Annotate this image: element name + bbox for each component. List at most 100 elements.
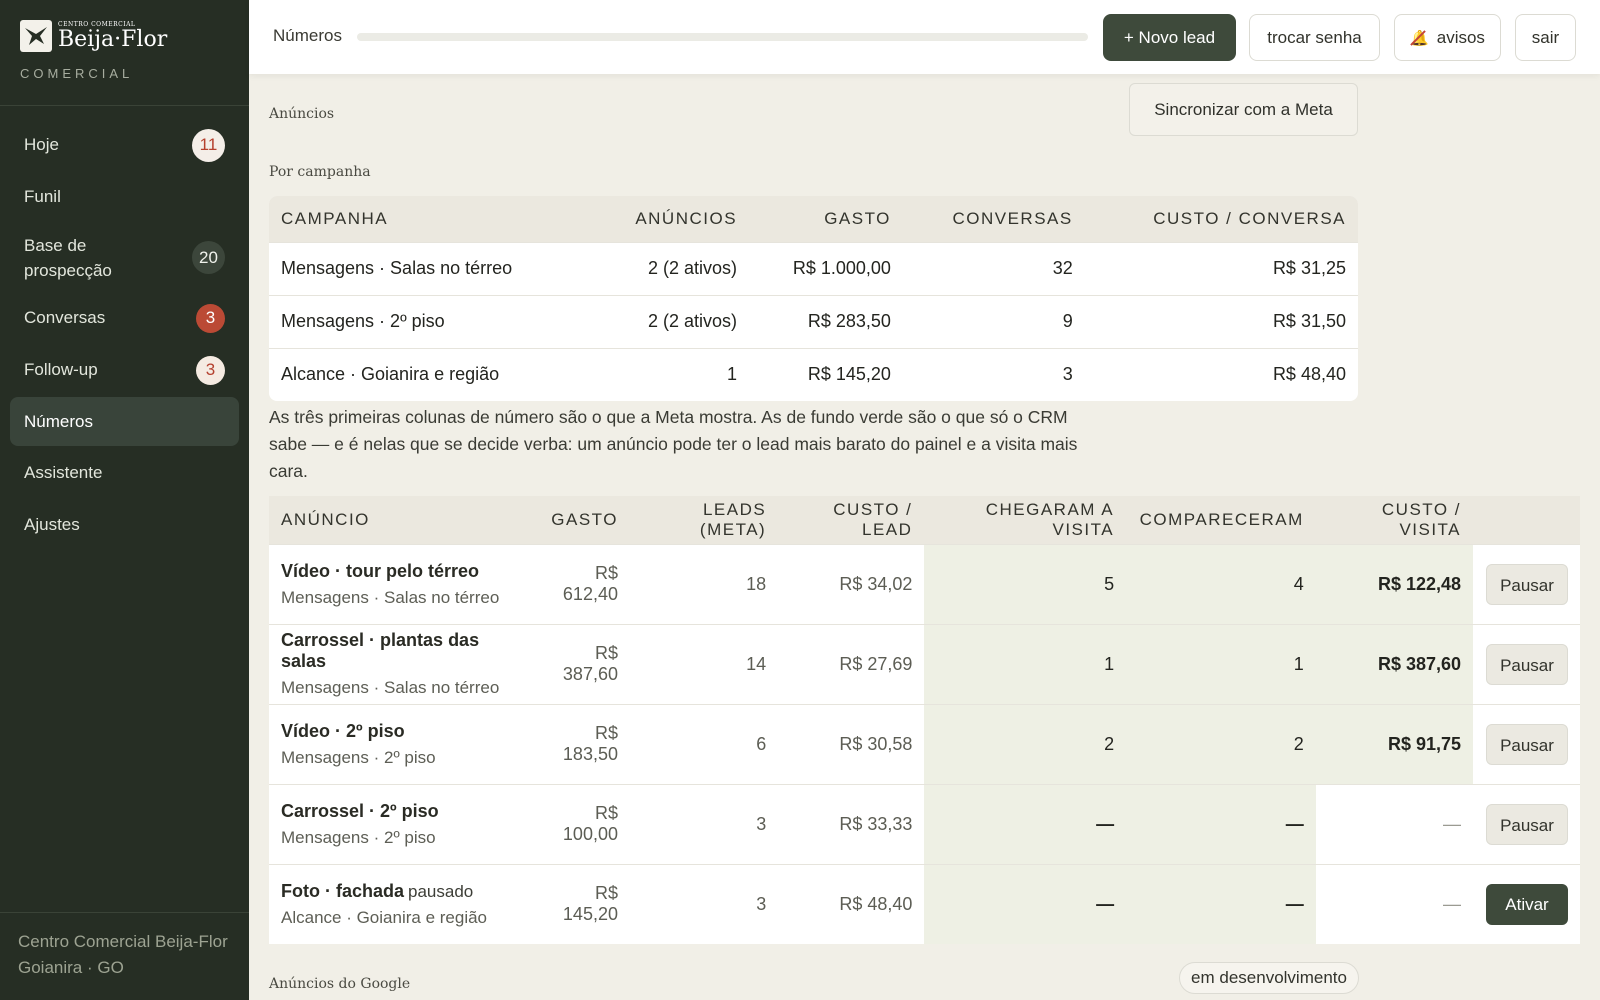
table-row: Carrossel · plantas das salas Mensagens …	[269, 623, 1580, 704]
brand: CENTRO COMERCIAL Beija·Flor COMERCIAL	[0, 0, 249, 106]
campaign-cost-per-conversation: R$ 31,50	[1084, 294, 1358, 348]
section-title-ads: Anúncios	[269, 106, 335, 122]
campaign-name: Mensagens · 2º piso	[269, 294, 591, 348]
pause-ad-button[interactable]: Pausar	[1486, 563, 1568, 605]
ad-cost-per-visit: R$ 387,60	[1315, 623, 1474, 704]
table-row: Foto · fachada pausado Alcance · Goianira…	[269, 863, 1580, 944]
ad-leads: 14	[629, 623, 779, 704]
ad-cell: Carrossel · plantas das salas Mensagens …	[269, 623, 530, 704]
count-badge: 11	[192, 128, 225, 162]
ad-cost-per-lead: R$ 33,33	[778, 783, 925, 864]
ad-action-cell: Pausar	[1473, 703, 1580, 784]
ad-campaign: Mensagens · Salas no térreo	[281, 678, 500, 697]
column-header: GASTO	[529, 496, 630, 544]
sidebar-item-hoje[interactable]: Hoje 11	[10, 119, 239, 171]
ad-leads: 3	[629, 863, 779, 944]
sidebar-item-conversas[interactable]: Conversas 3	[10, 292, 239, 344]
campaign-cost-per-conversation: R$ 31,25	[1084, 241, 1358, 295]
ad-visits: 1	[924, 623, 1127, 704]
campaign-name: Mensagens · Salas no térreo	[269, 241, 591, 295]
ad-campaign: Mensagens · Salas no térreo	[281, 587, 500, 607]
change-password-button[interactable]: trocar senha	[1249, 14, 1380, 61]
sidebar-item-label: Follow-up	[24, 360, 98, 379]
sidebar-footer: Centro Comercial Beija-Flor Goianira · G…	[0, 912, 249, 1000]
sidebar-item-label: Hoje	[24, 135, 59, 154]
ad-action-cell: Ativar	[1473, 863, 1580, 944]
table-row: Carrossel · 2º piso Mensagens · 2º piso …	[269, 783, 1580, 864]
column-header	[1473, 496, 1580, 544]
ad-action-cell: Pausar	[1473, 543, 1580, 624]
sidebar-item-assistente[interactable]: Assistente	[10, 447, 239, 499]
table-row: Mensagens · 2º piso 2 (2 ativos) R$ 283,…	[269, 294, 1358, 348]
ad-name: Carrossel · 2º piso	[281, 800, 439, 821]
ad-spend: R$ 183,50	[529, 703, 630, 784]
ad-attended: —	[1126, 783, 1316, 864]
ad-leads: 6	[629, 703, 779, 784]
column-header: CUSTO / VISITA	[1315, 496, 1474, 544]
pause-ad-button[interactable]: Pausar	[1486, 803, 1568, 845]
ad-cost-per-lead: R$ 48,40	[778, 863, 925, 944]
count-badge: 3	[196, 303, 225, 333]
brand-sub: COMERCIAL	[20, 66, 134, 81]
page-title: Números	[273, 26, 342, 45]
campaign-conversations: 9	[902, 294, 1085, 348]
ad-action-cell: Pausar	[1473, 623, 1580, 704]
campaign-ads: 2 (2 ativos)	[590, 241, 750, 295]
ad-leads: 3	[629, 783, 779, 864]
ad-name: Foto · fachada	[281, 880, 405, 901]
ad-attended: —	[1126, 863, 1316, 944]
ad-attended: 1	[1126, 623, 1316, 704]
campaign-spend: R$ 145,20	[749, 347, 903, 401]
ad-name: Carrossel · plantas das salas	[281, 630, 480, 671]
campaign-conversations: 32	[902, 241, 1085, 295]
column-header: CHEGARAM A VISITA	[924, 496, 1127, 544]
status-badge: em desenvolvimento	[1179, 962, 1359, 994]
ad-attended: 4	[1126, 543, 1316, 624]
ad-cost-per-visit: R$ 91,75	[1315, 703, 1474, 784]
table-row: Alcance · Goianira e região 1 R$ 145,20 …	[269, 347, 1358, 401]
sidebar-item-label: Base de prospecção	[24, 235, 112, 280]
notifications-button[interactable]: 🔔 avisos	[1394, 14, 1501, 61]
topbar: Números + Novo lead trocar senha 🔔 aviso…	[249, 0, 1600, 74]
ads-table: ANÚNCIO GASTO LEADS (META) CUSTO / LEAD …	[269, 496, 1580, 944]
loading-bar	[357, 33, 1088, 41]
table-header-row: ANÚNCIO GASTO LEADS (META) CUSTO / LEAD …	[269, 496, 1580, 544]
logout-button[interactable]: sair	[1515, 14, 1576, 61]
main-content: Anúncios Sincronizar com a Meta Por camp…	[249, 74, 1600, 1000]
sidebar-item-follow-up[interactable]: Follow-up 3	[10, 344, 239, 396]
ad-visits: 2	[924, 703, 1127, 784]
ad-action-cell: Pausar	[1473, 783, 1580, 864]
column-header: CUSTO / LEAD	[778, 496, 925, 544]
table-header-row: CAMPANHA ANÚNCIOS GASTO CONVERSAS CUSTO …	[269, 196, 1358, 242]
sidebar-item-base-prospeccao[interactable]: Base de prospecção 20	[10, 223, 239, 292]
ad-spend: R$ 145,20	[529, 863, 630, 944]
ad-cell: Vídeo · 2º piso Mensagens · 2º piso	[269, 703, 530, 784]
campaign-spend: R$ 1.000,00	[749, 241, 903, 295]
column-header: CUSTO / CONVERSA	[1084, 196, 1358, 242]
pause-ad-button[interactable]: Pausar	[1486, 643, 1568, 685]
sidebar-item-funil[interactable]: Funil	[10, 171, 239, 223]
ad-cost-per-lead: R$ 34,02	[778, 543, 925, 624]
bell-muted-icon: 🔔	[1410, 29, 1429, 47]
ad-cell: Carrossel · 2º piso Mensagens · 2º piso	[269, 783, 530, 864]
ad-campaign: Alcance · Goianira e região	[281, 907, 488, 927]
ad-cost-per-lead: R$ 30,58	[778, 703, 925, 784]
hummingbird-icon	[20, 20, 52, 52]
sidebar-item-numeros[interactable]: Números	[10, 397, 239, 446]
campaign-name: Alcance · Goianira e região	[269, 347, 591, 401]
sync-meta-button[interactable]: Sincronizar com a Meta	[1129, 83, 1358, 136]
column-header: CAMPANHA	[269, 196, 591, 242]
count-badge: 3	[196, 355, 225, 385]
column-header: ANÚNCIOS	[590, 196, 750, 242]
column-header: LEADS (META)	[629, 496, 779, 544]
ad-visits: —	[924, 863, 1127, 944]
campaign-conversations: 3	[902, 347, 1085, 401]
ad-leads: 18	[629, 543, 779, 624]
activate-ad-button[interactable]: Ativar	[1486, 883, 1568, 925]
ad-cell: Foto · fachada pausado Alcance · Goianira…	[269, 863, 530, 944]
ad-cost-per-visit: —	[1315, 863, 1474, 944]
pause-ad-button[interactable]: Pausar	[1486, 723, 1568, 765]
new-lead-button[interactable]: + Novo lead	[1103, 14, 1236, 61]
sidebar-item-ajustes[interactable]: Ajustes	[10, 499, 239, 551]
footer-company: Centro Comercial Beija-Flor	[18, 932, 228, 951]
